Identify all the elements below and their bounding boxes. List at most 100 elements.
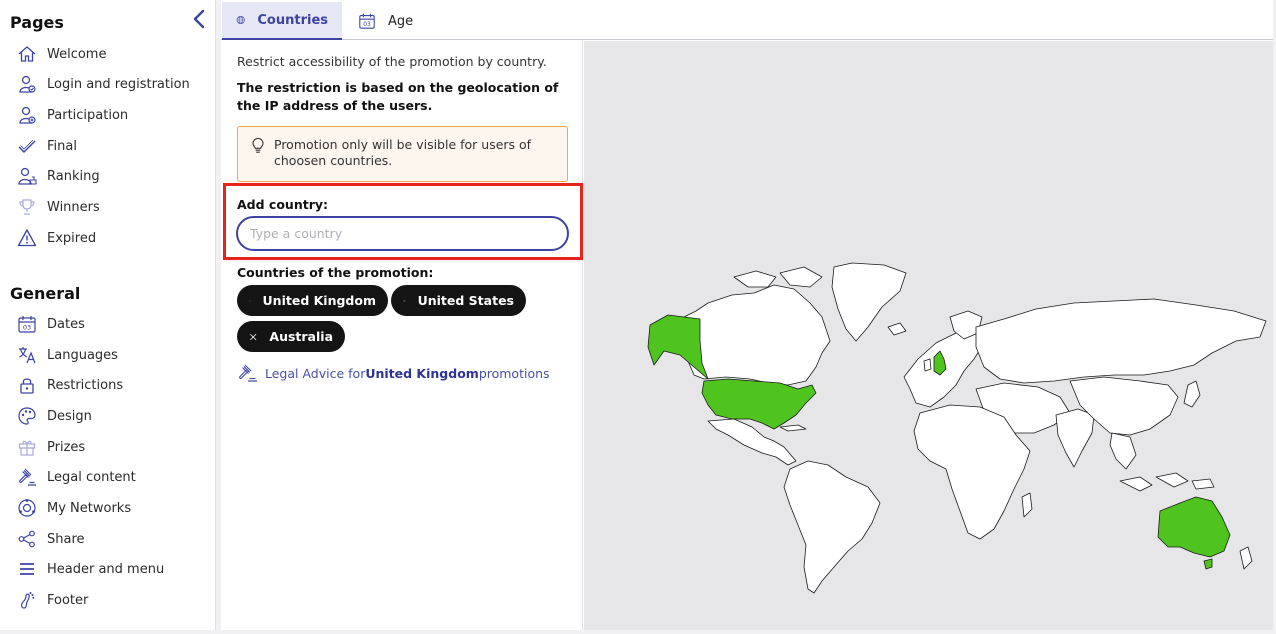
sidebar-item-login-and-registration[interactable]: Login and registration <box>16 72 190 96</box>
map-ireland[interactable] <box>923 358 932 372</box>
add-country-label: Add country: <box>237 197 329 212</box>
sidebar-item-label: My Networks <box>47 500 132 516</box>
map-australia[interactable] <box>1157 496 1231 558</box>
world-map-svg <box>647 262 1267 594</box>
menu-icon <box>16 558 38 580</box>
home-icon <box>16 43 38 65</box>
map-canada-islands <box>733 266 823 288</box>
user-add-icon <box>16 104 38 126</box>
footer-icon <box>16 589 38 611</box>
map-southeast-asia[interactable] <box>1109 432 1137 470</box>
sidebar-item-prizes[interactable]: Prizes <box>16 435 85 459</box>
sidebar-item-welcome[interactable]: Welcome <box>16 42 106 66</box>
networks-icon <box>16 497 38 519</box>
sidebar-item-restrictions[interactable]: Restrictions <box>16 373 123 397</box>
country-chip-australia: Australia <box>237 321 345 352</box>
sidebar-item-final[interactable]: Final <box>16 134 77 158</box>
collapse-sidebar-button[interactable] <box>190 8 210 30</box>
translate-icon <box>16 344 38 366</box>
palette-icon <box>16 405 38 427</box>
map-india[interactable] <box>1055 408 1095 468</box>
tab-bar: Countries 03 Age <box>221 0 1273 40</box>
legal-country: United Kingdom <box>365 365 479 381</box>
sidebar-item-label: Ranking <box>47 168 100 184</box>
map-alaska[interactable] <box>647 314 709 380</box>
sidebar-item-dates[interactable]: 03 Dates <box>16 312 85 336</box>
restrictions-panel: Restrict accessibility of the promotion … <box>221 41 583 630</box>
sidebar-item-header-and-menu[interactable]: Header and menu <box>16 557 164 581</box>
sidebar-item-share[interactable]: Share <box>16 527 85 551</box>
intro-text: Restrict accessibility of the promotion … <box>237 54 547 69</box>
chevron-left-icon <box>193 9 205 29</box>
legal-prefix: Legal Advice for <box>265 365 366 381</box>
map-new-zealand[interactable] <box>1239 546 1253 570</box>
map-japan[interactable] <box>1183 380 1201 408</box>
lightbulb-icon <box>252 137 264 153</box>
sidebar-item-label: Languages <box>47 347 118 363</box>
map-mexico[interactable] <box>707 418 797 466</box>
sidebar-item-participation[interactable]: Participation <box>16 103 128 127</box>
chip-label: Australia <box>269 329 333 344</box>
sidebar-item-label: Welcome <box>47 46 107 62</box>
sidebar: Pages Welcome Login and registration Par… <box>0 0 216 630</box>
close-icon[interactable] <box>249 329 257 345</box>
map-caribbean <box>779 424 807 432</box>
country-chip-united-states: United States <box>391 285 526 316</box>
tab-countries[interactable]: Countries <box>222 2 342 40</box>
sidebar-item-my-networks[interactable]: My Networks <box>16 496 131 520</box>
sidebar-item-ranking[interactable]: Ranking <box>16 164 100 188</box>
sidebar-item-label: Dates <box>47 316 85 332</box>
sidebar-item-label: Expired <box>47 230 97 246</box>
sidebar-item-winners[interactable]: Winners <box>16 195 100 219</box>
sidebar-item-label: Header and menu <box>47 561 165 577</box>
close-icon[interactable] <box>249 293 251 309</box>
pages-section-title: Pages <box>10 13 64 32</box>
sidebar-item-legal-content[interactable]: Legal content <box>16 465 136 489</box>
sidebar-item-label: Participation <box>47 107 129 123</box>
sidebar-item-label: Share <box>47 531 85 547</box>
general-section-title: General <box>10 284 81 303</box>
gift-icon <box>16 436 38 458</box>
tab-label: Countries <box>257 12 328 28</box>
close-icon[interactable] <box>403 293 406 309</box>
sidebar-item-expired[interactable]: Expired <box>16 226 96 250</box>
sidebar-item-label: Legal content <box>47 469 136 485</box>
visibility-notice: Promotion only will be visible for users… <box>237 126 568 182</box>
gavel-icon <box>239 364 257 382</box>
chip-label: United States <box>417 293 514 308</box>
sidebar-item-languages[interactable]: Languages <box>16 343 118 367</box>
sidebar-item-label: Login and registration <box>47 76 190 92</box>
map-tasmania[interactable] <box>1203 558 1213 570</box>
country-chip-united-kingdom: United Kingdom <box>237 285 388 316</box>
calendar-icon-day: 03 <box>363 22 371 28</box>
user-login-icon <box>16 73 38 95</box>
add-country-input[interactable] <box>236 216 569 251</box>
legal-advice-link[interactable]: Legal Advice for United Kingdom promotio… <box>237 363 550 383</box>
gavel-icon <box>16 466 38 488</box>
notice-text: Promotion only will be visible for users… <box>274 137 532 168</box>
tab-age[interactable]: 03 Age <box>344 2 434 40</box>
map-iceland[interactable] <box>887 322 907 336</box>
sidebar-item-design[interactable]: Design <box>16 404 92 428</box>
sidebar-item-footer[interactable]: Footer <box>16 588 88 612</box>
sidebar-item-label: Footer <box>47 592 89 608</box>
legal-suffix: promotions <box>478 365 550 381</box>
tab-label: Age <box>388 13 414 29</box>
share-icon <box>16 528 38 550</box>
sidebar-item-label: Winners <box>47 199 100 215</box>
check-icon <box>16 135 38 157</box>
globe-icon <box>236 15 245 25</box>
map-russia[interactable] <box>975 298 1267 384</box>
geolocation-note: The restriction is based on the geolocat… <box>237 80 559 113</box>
lock-icon <box>16 374 38 396</box>
sidebar-item-label: Final <box>47 138 77 154</box>
calendar-icon: 03 <box>16 313 38 335</box>
sidebar-item-label: Prizes <box>47 439 86 455</box>
main-content: Countries 03 Age Restrict accessibility … <box>221 0 1273 630</box>
map-indonesia <box>1119 472 1215 492</box>
svg-text:03: 03 <box>23 324 31 332</box>
warning-icon <box>16 227 38 249</box>
map-south-america[interactable] <box>783 460 881 594</box>
map-madagascar[interactable] <box>1021 492 1033 518</box>
countries-list-label: Countries of the promotion: <box>237 265 434 280</box>
